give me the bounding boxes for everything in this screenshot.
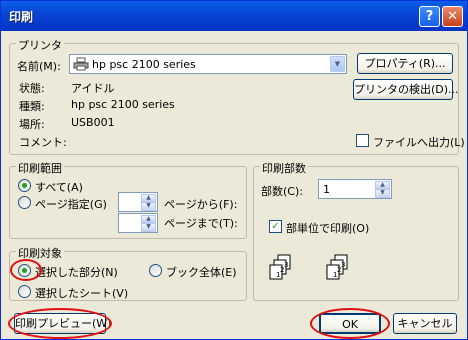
help-button[interactable]: ?	[419, 6, 440, 27]
highlight-circle	[310, 308, 390, 339]
target-sheets-label[interactable]: 選択したシート(V)	[35, 285, 128, 301]
highlight-circle	[8, 308, 112, 339]
target-sheets-radio[interactable]	[18, 285, 31, 298]
printer-icon	[73, 57, 89, 71]
collate-checkbox[interactable]: ✓	[269, 220, 282, 233]
collated-pages-icon: 321	[326, 254, 348, 280]
svg-text:2: 2	[280, 266, 284, 274]
properties-button[interactable]: プロパティ(R)...	[357, 53, 453, 74]
print-dialog: 印刷 ? ✕ プリンタ 名前(M): hp psc 2100 series ▼ …	[0, 0, 468, 340]
collate-label[interactable]: 部単位で印刷(O)	[286, 220, 369, 236]
target-selection-label[interactable]: 選択した部分(N)	[35, 264, 118, 280]
svg-text:3: 3	[341, 261, 345, 269]
location-label: 場所:	[19, 118, 45, 131]
printer-name-select[interactable]: hp psc 2100 series ▼	[69, 54, 347, 74]
print-range-legend: 印刷範囲	[16, 160, 64, 176]
window-title: 印刷	[9, 10, 34, 24]
print-to-file-checkbox[interactable]	[356, 134, 369, 147]
find-printer-button[interactable]: プリンタの検出(D)...	[353, 79, 459, 100]
type-value: hp psc 2100 series	[71, 98, 175, 111]
target-workbook-label[interactable]: ブック全体(E)	[166, 264, 237, 280]
svg-text:2: 2	[337, 266, 341, 274]
range-pages-label[interactable]: ページ指定(G)	[35, 196, 107, 212]
location-value: USB001	[71, 116, 115, 129]
spin-down-icon[interactable]: ▼	[141, 223, 156, 232]
spin-up-icon[interactable]: ▲	[375, 181, 390, 189]
svg-text:1: 1	[333, 271, 337, 279]
spin-down-icon[interactable]: ▼	[375, 189, 390, 198]
copies-legend: 印刷部数	[260, 160, 308, 176]
highlight-circle	[10, 259, 42, 281]
spin-up-icon[interactable]: ▲	[141, 194, 156, 202]
printer-group-legend: プリンタ	[16, 37, 64, 53]
copies-count-label: 部数(C):	[261, 185, 303, 198]
page-from-input[interactable]: ▲ ▼	[118, 192, 158, 212]
collated-pages-icon: 321	[269, 254, 291, 280]
spin-up-icon[interactable]: ▲	[141, 215, 156, 223]
cancel-button[interactable]: キャンセル	[393, 313, 457, 334]
status-value: アイドル	[71, 82, 115, 95]
status-label: 状態:	[19, 82, 45, 95]
title-bar[interactable]: 印刷 ? ✕	[1, 1, 467, 31]
svg-text:1: 1	[276, 271, 280, 279]
range-all-label[interactable]: すべて(A)	[35, 179, 83, 195]
svg-text:3: 3	[284, 261, 288, 269]
comment-label: コメント:	[19, 136, 67, 149]
chevron-down-icon[interactable]: ▼	[330, 56, 345, 72]
page-from-label: ページから(F):	[164, 198, 238, 211]
range-all-radio[interactable]	[18, 179, 31, 192]
page-to-input[interactable]: ▲ ▼	[118, 213, 158, 233]
close-button[interactable]: ✕	[442, 6, 463, 27]
copies-count-input[interactable]: 1 ▲ ▼	[318, 179, 392, 199]
range-pages-radio[interactable]	[18, 196, 31, 209]
target-workbook-radio[interactable]	[149, 264, 162, 277]
spin-down-icon[interactable]: ▼	[141, 202, 156, 211]
print-to-file-label[interactable]: ファイルへ出力(L)	[373, 134, 465, 150]
type-label: 種類:	[19, 100, 45, 113]
printer-name-label: 名前(M):	[17, 60, 61, 73]
page-to-label: ページまで(T):	[164, 217, 238, 230]
printer-name-value: hp psc 2100 series	[92, 58, 196, 71]
